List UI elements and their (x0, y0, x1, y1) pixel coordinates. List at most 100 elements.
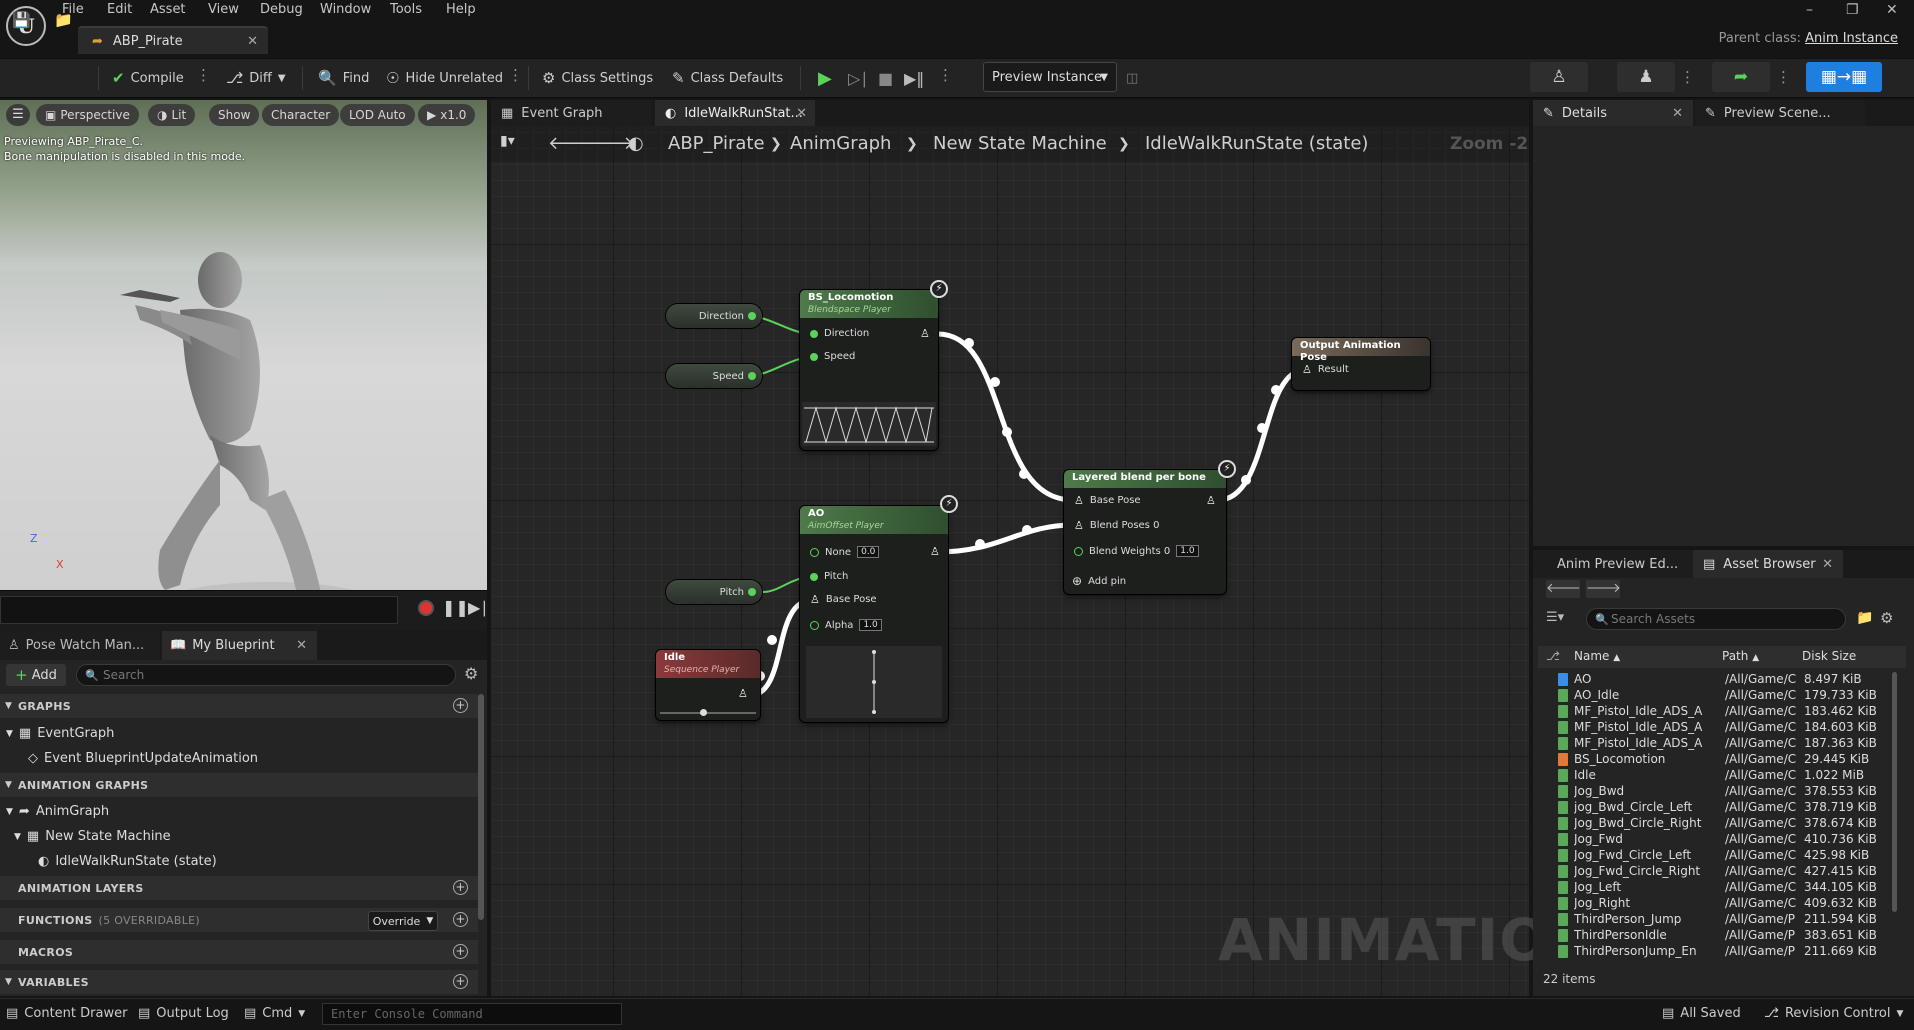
asset-row[interactable]: MF_Pistol_Idle_ADS_A/All/Game/C 183.462 K… (1538, 704, 1898, 720)
asset-row[interactable]: Jog_Right/All/Game/C 409.632 KiB (1538, 896, 1898, 912)
scrollbar[interactable] (1892, 672, 1897, 912)
asset-path: /All/Game/C (1725, 768, 1797, 782)
sequence-player-node[interactable]: Idle Sequence Player (656, 650, 760, 720)
fast-path-icon: ⚡ (940, 495, 958, 513)
content-drawer-icon: ▤ (6, 1006, 19, 1021)
output-pin[interactable] (748, 312, 756, 320)
bs-pin-speed[interactable]: Speed (810, 351, 855, 362)
output-pin[interactable] (748, 588, 756, 596)
pin-value[interactable]: 1.0 (859, 619, 882, 631)
columns-icon[interactable]: ⎇ (1546, 649, 1560, 663)
asset-size: 8.497 KiB (1804, 672, 1862, 686)
asset-row[interactable]: Jog_Left/All/Game/C 344.105 KiB (1538, 880, 1898, 896)
asset-path: /All/Game/C (1725, 864, 1797, 878)
column-name[interactable]: Name ▲ (1574, 649, 1620, 663)
asset-size: 183.462 KiB (1804, 704, 1877, 718)
asset-row[interactable]: Idle/All/Game/C 1.022 MiB (1538, 768, 1898, 784)
node-header: Idle Sequence Player (656, 650, 760, 678)
ao-pin-alpha[interactable]: Alpha 1.0 (810, 619, 882, 631)
gear-icon[interactable]: ⚙ (1880, 609, 1893, 627)
direction-variable-node[interactable]: Direction (666, 304, 762, 328)
node-subtitle: Blendspace Player (808, 305, 891, 315)
asset-row[interactable]: BS_Locomotion/All/Game/C 29.445 KiB (1538, 752, 1898, 768)
cmd-label: Cmd (262, 1006, 293, 1021)
layered-pin-blend-poses[interactable]: ♙ Blend Poses 0 (1074, 520, 1159, 532)
asset-row[interactable]: Jog_Bwd/All/Game/C 378.553 KiB (1538, 784, 1898, 800)
bs-pin-direction[interactable]: Direction (810, 328, 869, 339)
aimoffset-player-node[interactable]: AO AimOffset Player (800, 506, 948, 722)
column-size[interactable]: Disk Size (1802, 649, 1856, 663)
tab-preview-scene[interactable]: ✎ Preview Scene... (1695, 100, 1865, 126)
tab-anim-preview-editor[interactable]: Anim Preview Ed... (1533, 550, 1693, 578)
asset-row[interactable]: AO/All/Game/C 8.497 KiB (1538, 672, 1898, 688)
close-tab-icon[interactable]: ✕ (1672, 106, 1683, 121)
asset-row[interactable]: jog_Bwd_Circle_Left/All/Game/C 378.719 Ki… (1538, 800, 1898, 816)
pose-output-pin-icon[interactable]: ♙ (920, 328, 930, 339)
asset-row[interactable]: ThirdPerson_Jump/All/Game/P 211.594 KiB (1538, 912, 1898, 928)
layered-pin-base-pose[interactable]: ♙ Base Pose (1074, 495, 1141, 507)
asset-row[interactable]: Jog_Fwd/All/Game/C 410.736 KiB (1538, 832, 1898, 848)
asset-row[interactable]: Jog_Fwd_Circle_Left/All/Game/C 425.98 KiB (1538, 848, 1898, 864)
pitch-variable-node[interactable]: Pitch (666, 580, 762, 604)
folder-icon[interactable]: 📁 (1856, 610, 1873, 626)
pin-value[interactable]: 0.0 (857, 546, 880, 558)
pose-output-pin-icon[interactable]: ♙ (1206, 495, 1216, 506)
asset-row[interactable]: AO_Idle/All/Game/C 179.733 KiB (1538, 688, 1898, 704)
asset-search-input[interactable]: 🔍 Search Assets (1586, 608, 1846, 630)
tab-asset-browser-label: Asset Browser (1723, 556, 1816, 572)
speed-variable-node[interactable]: Speed (666, 364, 762, 388)
asset-name: Jog_Left (1574, 880, 1622, 894)
output-log-button[interactable]: ▤ Output Log (138, 1006, 229, 1021)
asset-name: Jog_Fwd_Circle_Left (1574, 848, 1692, 862)
fast-path-icon: ⚡ (930, 280, 948, 298)
layered-pin-blend-weights[interactable]: Blend Weights 0 1.0 (1074, 545, 1199, 557)
close-tab-icon[interactable]: ✕ (1822, 557, 1833, 572)
ao-pin-pitch[interactable]: Pitch (810, 571, 848, 582)
pin-value[interactable]: 1.0 (1176, 545, 1199, 557)
asset-size: 409.632 KiB (1804, 896, 1877, 910)
node-title: Output Animation Pose (1300, 340, 1401, 363)
filter-icon[interactable]: ☰▾ (1546, 610, 1564, 625)
output-pin-result[interactable]: ♙ Result (1302, 362, 1349, 376)
asset-path: /All/Game/P (1725, 944, 1795, 958)
node-subtitle: Sequence Player (664, 665, 740, 675)
asset-row[interactable]: ThirdPersonIdle/All/Game/P 383.651 KiB (1538, 928, 1898, 944)
direction-variable-label: Direction (698, 310, 744, 322)
revision-control-button[interactable]: ⎇ Revision Control ▼ (1764, 1006, 1903, 1021)
pitch-variable-label: Pitch (719, 586, 744, 598)
column-name-label: Name (1574, 649, 1610, 663)
pose-pin-icon: ♙ (1302, 362, 1312, 376)
forward-arrow-icon[interactable]: 🡒 (1586, 580, 1621, 598)
asset-row[interactable]: Jog_Fwd_Circle_Right/All/Game/C 427.415 K… (1538, 864, 1898, 880)
asset-name: Idle (1574, 768, 1596, 782)
pencil-icon: ✎ (1543, 105, 1554, 121)
content-drawer-button[interactable]: ▤ Content Drawer (6, 1006, 127, 1021)
node-header: BS_Locomotion Blendspace Player (800, 290, 938, 318)
asset-size: 211.594 KiB (1804, 912, 1877, 926)
asset-row[interactable]: MF_Pistol_Idle_ADS_A/All/Game/C 187.363 K… (1538, 736, 1898, 752)
asset-row[interactable]: MF_Pistol_Idle_ADS_A/All/Game/C 184.603 K… (1538, 720, 1898, 736)
back-arrow-icon[interactable]: 🡐 (1546, 580, 1581, 598)
asset-row[interactable]: Jog_Bwd_Circle_Right/All/Game/C 378.674 K… (1538, 816, 1898, 832)
console-input[interactable]: Enter Console Command (322, 1003, 622, 1025)
all-saved-button[interactable]: ▤ All Saved (1662, 1006, 1741, 1021)
plus-circle-icon: ⊕ (1072, 574, 1083, 588)
ao-pin-base-pose[interactable]: ♙ Base Pose (810, 594, 877, 606)
pose-output-pin-icon[interactable]: ♙ (930, 546, 940, 557)
all-saved-label: All Saved (1680, 1006, 1741, 1021)
tab-details[interactable]: ✎ Details ✕ (1533, 100, 1693, 126)
column-path[interactable]: Path ▲ (1722, 649, 1759, 663)
output-pin[interactable] (748, 372, 756, 380)
ao-pin-none[interactable]: None 0.0 (810, 546, 880, 558)
tab-asset-browser[interactable]: ▤ Asset Browser ✕ (1693, 550, 1843, 578)
asset-name: Jog_Bwd (1574, 784, 1625, 798)
animation-asset-icon (1558, 913, 1568, 926)
blendspace-player-node[interactable]: BS_Locomotion Blendspace Player (800, 290, 938, 450)
asset-name: Jog_Fwd_Circle_Right (1574, 864, 1701, 878)
pose-output-pin-icon[interactable]: ♙ (738, 688, 748, 699)
add-pin-button[interactable]: ⊕ Add pin (1072, 574, 1126, 588)
asset-size: 427.415 KiB (1804, 864, 1877, 878)
asset-row[interactable]: ThirdPersonJump_En/All/Game/P 211.669 KiB (1538, 944, 1898, 960)
cmd-dropdown[interactable]: ▤ Cmd ▼ (244, 1006, 305, 1021)
animation-asset-icon (1558, 721, 1568, 734)
